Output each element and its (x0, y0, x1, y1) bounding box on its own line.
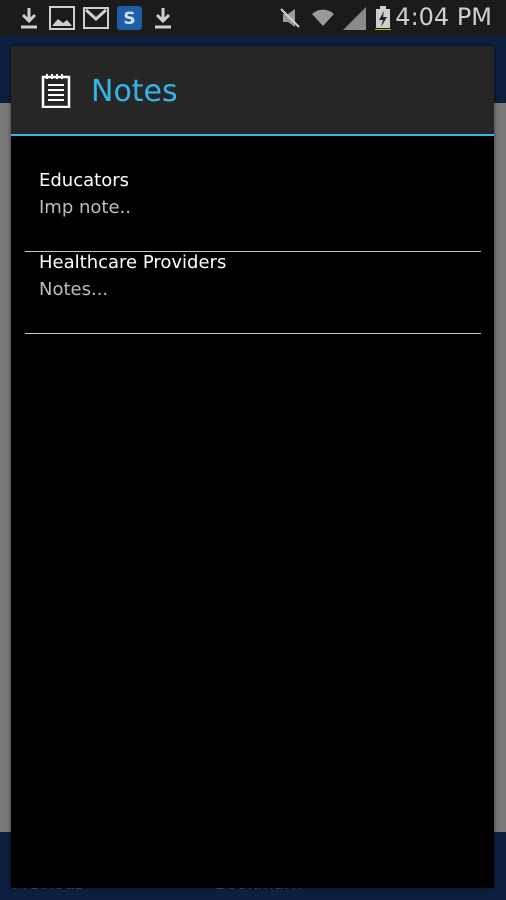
wifi-icon (312, 9, 334, 26)
svg-text:S: S (123, 9, 135, 29)
notepad-icon (41, 74, 71, 108)
gmail-icon (83, 7, 109, 29)
note-subtitle: Imp note.. (39, 197, 131, 218)
gallery-icon (49, 6, 75, 30)
mute-icon (280, 8, 300, 28)
download-icon (155, 8, 171, 29)
status-bar: S 4:04 PM (0, 0, 506, 36)
note-item-educators[interactable]: Educators Imp note.. (25, 170, 481, 252)
note-title: Healthcare Providers (39, 252, 227, 273)
signal-icon (343, 7, 366, 30)
dialog-header: Notes (11, 46, 494, 136)
skype-icon: S (117, 6, 142, 30)
note-title: Educators (39, 170, 129, 191)
note-subtitle: Notes... (39, 279, 109, 300)
note-item-healthcare-providers[interactable]: Healthcare Providers Notes... (25, 252, 481, 334)
battery-charging-icon (375, 6, 391, 30)
dialog-title: Notes (91, 74, 178, 109)
download-icon (21, 8, 37, 29)
status-time: 4:04 PM (395, 3, 492, 31)
notes-dialog: Notes Educators Imp note.. Healthcare Pr… (11, 46, 494, 888)
